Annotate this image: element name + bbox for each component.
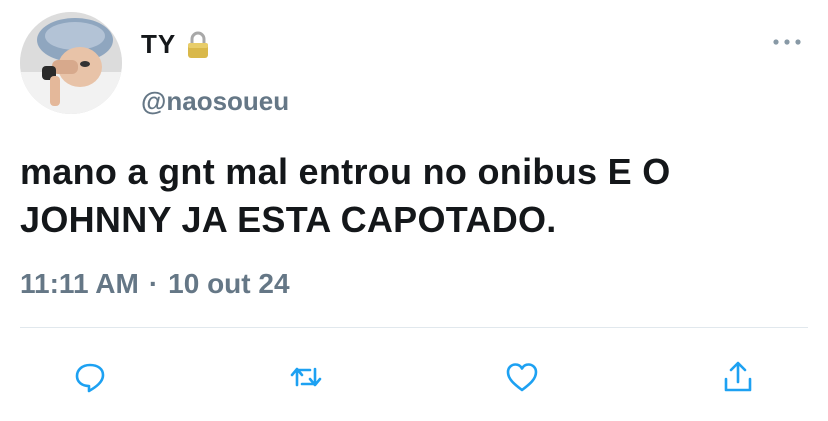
reply-button[interactable] bbox=[68, 355, 112, 399]
retweet-icon bbox=[290, 367, 322, 387]
tweet-text: mano a gnt mal entrou no onibus E O JOHN… bbox=[20, 151, 671, 240]
author-handle[interactable]: @naosoueu bbox=[141, 86, 289, 117]
tweet-date[interactable]: 10 out 24 bbox=[168, 268, 289, 300]
meta-separator: · bbox=[148, 268, 159, 299]
share-icon bbox=[724, 361, 752, 392]
action-bar bbox=[0, 355, 828, 399]
tweet-time[interactable]: 11:11 AM bbox=[20, 268, 139, 300]
tweet-meta: 11:11 AM · 10 out 24 bbox=[20, 268, 290, 300]
share-button[interactable] bbox=[716, 355, 760, 399]
reply-icon bbox=[75, 363, 105, 393]
like-button[interactable] bbox=[500, 355, 544, 399]
display-name-text: TY bbox=[141, 29, 177, 59]
divider bbox=[20, 327, 808, 328]
more-icon[interactable] bbox=[770, 30, 804, 54]
retweet-button[interactable] bbox=[284, 355, 328, 399]
avatar-photo bbox=[20, 12, 122, 114]
heart-icon bbox=[506, 363, 538, 392]
avatar[interactable] bbox=[20, 12, 122, 114]
lock-icon bbox=[186, 30, 210, 60]
author-display-name[interactable]: TY bbox=[141, 29, 210, 60]
